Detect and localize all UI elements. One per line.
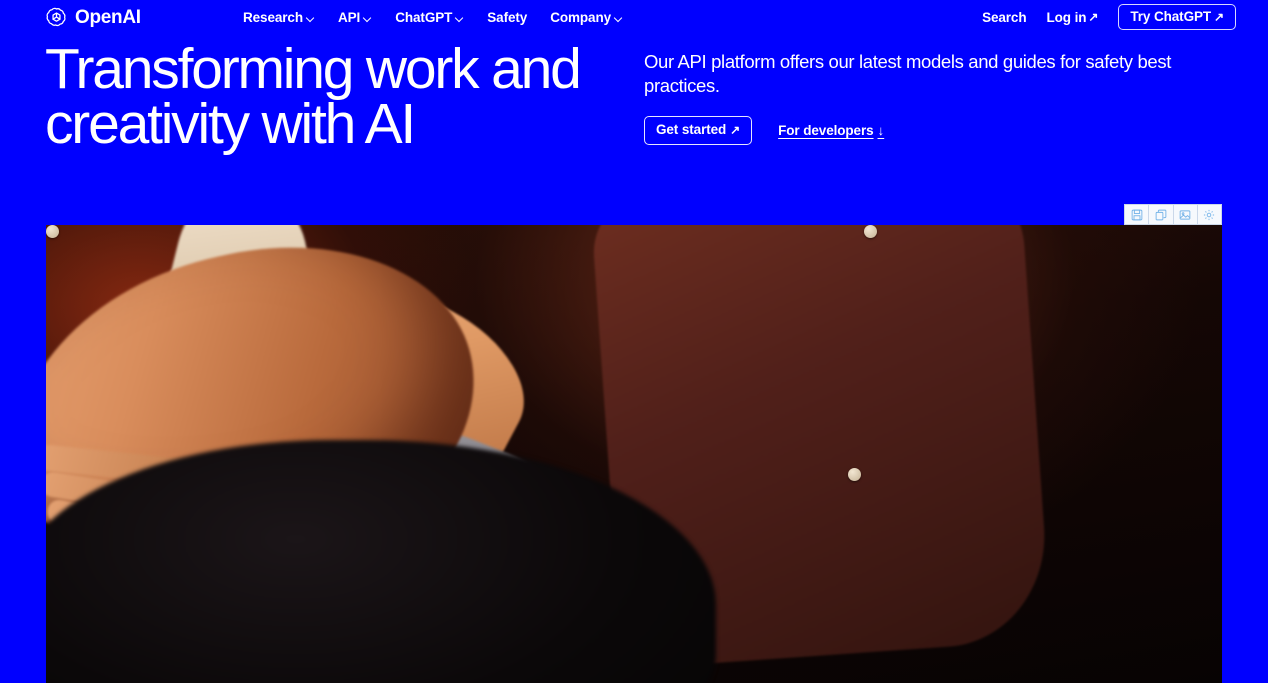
arrow-up-right-icon: ↗ xyxy=(730,122,741,137)
nav-item-label: Research xyxy=(243,9,303,25)
image-button[interactable] xyxy=(1173,205,1198,224)
hero-subtitle: Our API platform offers our latest model… xyxy=(644,51,1172,96)
nav-item-chatgpt[interactable]: ChatGPT xyxy=(395,10,464,25)
search-label: Search xyxy=(982,9,1027,25)
try-chatgpt-label: Try ChatGPT xyxy=(1130,8,1212,24)
gear-icon xyxy=(1203,209,1215,221)
arrow-down-icon: ↓ xyxy=(877,122,885,138)
brand-name: OpenAI xyxy=(75,6,141,28)
settings-button[interactable] xyxy=(1197,205,1221,224)
nav-item-safety[interactable]: Safety xyxy=(487,10,527,25)
chevron-down-icon xyxy=(306,14,315,23)
photo-shirt-button xyxy=(864,225,877,238)
image-icon xyxy=(1179,209,1191,221)
hero-image xyxy=(46,225,1222,683)
nav-item-company[interactable]: Company xyxy=(550,10,623,25)
hero-section: Transforming work and creativity with AI… xyxy=(0,37,1268,207)
chevron-down-icon xyxy=(363,14,372,23)
get-started-label: Get started xyxy=(656,122,727,137)
openai-landing-page: OpenAI Research API ChatGPT Safety Compa… xyxy=(0,0,1268,683)
get-started-button[interactable]: Get started ↗ xyxy=(644,116,753,145)
save-icon xyxy=(1131,209,1143,221)
for-developers-link[interactable]: For developers ↓ xyxy=(778,123,884,138)
chevron-down-icon xyxy=(455,14,464,23)
search-link[interactable]: Search xyxy=(982,9,1027,25)
nav-item-label: Company xyxy=(550,9,612,25)
try-chatgpt-button[interactable]: Try ChatGPT ↗ xyxy=(1118,3,1236,31)
nav-item-label: Safety xyxy=(487,9,528,25)
chevron-down-icon xyxy=(614,14,623,23)
for-developers-label: For developers xyxy=(778,122,874,138)
hero-actions: Get started ↗ For developers ↓ xyxy=(644,116,1219,145)
hero-copy-block: Our API platform offers our latest model… xyxy=(644,50,1219,145)
arrow-up-right-icon: ↗ xyxy=(1214,9,1224,24)
login-link[interactable]: Log in ↗ xyxy=(1047,10,1099,25)
secondary-nav-links: Search Log in ↗ Try ChatGPT ↗ xyxy=(982,3,1236,31)
openai-logo-icon xyxy=(45,6,68,29)
nav-item-label: ChatGPT xyxy=(395,9,453,25)
top-navigation-bar: OpenAI Research API ChatGPT Safety Compa… xyxy=(0,0,1268,34)
copy-icon xyxy=(1155,209,1167,221)
image-toolbar xyxy=(1124,204,1222,225)
photo-shirt-button xyxy=(848,468,861,481)
copy-button[interactable] xyxy=(1149,205,1174,224)
arrow-up-right-icon: ↗ xyxy=(1088,10,1099,24)
page-title: Transforming work and creativity with AI xyxy=(45,37,582,156)
nav-item-api[interactable]: API xyxy=(338,10,372,25)
save-button[interactable] xyxy=(1125,205,1150,224)
login-label: Log in xyxy=(1046,9,1087,25)
photo-shirt-button xyxy=(46,225,59,238)
primary-nav-links: Research API ChatGPT Safety Company xyxy=(243,10,623,25)
brand-home-link[interactable]: OpenAI xyxy=(45,6,141,29)
nav-item-label: API xyxy=(338,9,361,25)
nav-item-research[interactable]: Research xyxy=(243,10,315,25)
